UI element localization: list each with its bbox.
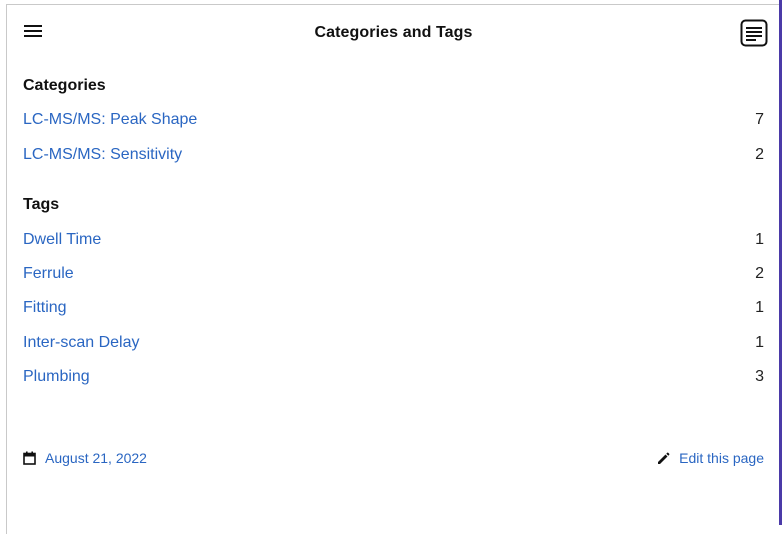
category-link[interactable]: LC-MS/MS: Peak Shape — [23, 111, 197, 129]
tag-count: 3 — [755, 368, 764, 385]
category-link[interactable]: LC-MS/MS: Sensitivity — [23, 146, 182, 164]
table-of-contents-button[interactable] — [740, 19, 768, 47]
tag-row: Fitting 1 — [23, 299, 764, 321]
last-updated: August 21, 2022 — [23, 450, 147, 466]
pencil-icon — [658, 452, 670, 464]
tag-link[interactable]: Ferrule — [23, 265, 74, 283]
tag-link[interactable]: Dwell Time — [23, 231, 101, 249]
tag-link[interactable]: Plumbing — [23, 368, 90, 386]
tag-count: 1 — [755, 299, 764, 316]
tag-count: 2 — [755, 265, 764, 282]
page-frame: Categories and Tags Categories LC-MS/MS:… — [6, 4, 779, 534]
page-title: Categories and Tags — [314, 24, 473, 41]
category-row: LC-MS/MS: Peak Shape 7 — [23, 111, 764, 133]
tag-row: Dwell Time 1 — [23, 231, 764, 253]
last-updated-date: August 21, 2022 — [45, 450, 147, 466]
tag-row: Inter-scan Delay 1 — [23, 334, 764, 356]
categories-heading: Categories — [23, 77, 106, 94]
edit-page-link[interactable]: Edit this page — [657, 450, 764, 466]
category-row: LC-MS/MS: Sensitivity 2 — [23, 146, 764, 168]
tag-row: Plumbing 3 — [23, 368, 764, 390]
category-count: 2 — [755, 146, 764, 163]
tag-count: 1 — [755, 231, 764, 248]
tags-heading: Tags — [23, 196, 60, 213]
tag-row: Ferrule 2 — [23, 265, 764, 287]
tag-link[interactable]: Inter-scan Delay — [23, 334, 140, 352]
page-footer: August 21, 2022 Edit this page — [23, 450, 764, 472]
calendar-icon — [23, 451, 36, 465]
edit-page-label: Edit this page — [679, 450, 764, 466]
tag-link[interactable]: Fitting — [23, 299, 67, 317]
top-bar: Categories and Tags — [7, 5, 780, 61]
tag-count: 1 — [755, 334, 764, 351]
category-count: 7 — [755, 111, 764, 128]
table-of-contents-icon — [740, 19, 768, 47]
